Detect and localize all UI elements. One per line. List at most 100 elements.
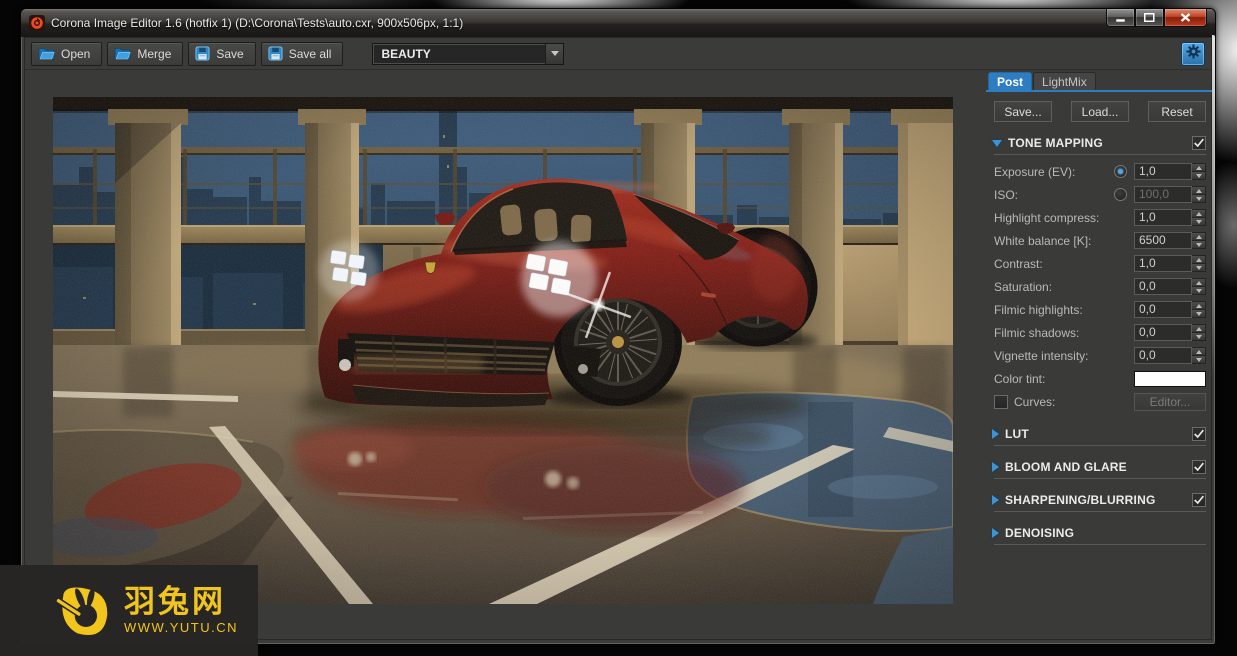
value-input[interactable]: 0,0 xyxy=(1134,347,1192,364)
tab-lightmix[interactable]: LightMix xyxy=(1033,72,1096,90)
spinner-down[interactable] xyxy=(1192,263,1205,271)
chevron-down-icon[interactable] xyxy=(545,44,563,64)
collapse-triangle-icon[interactable] xyxy=(992,429,999,439)
spinner-down[interactable] xyxy=(1192,240,1205,248)
channel-dropdown[interactable]: BEAUTY xyxy=(372,43,564,65)
section-divider xyxy=(994,544,1206,545)
tone-mapping-row: Saturation:0,0 xyxy=(986,275,1212,298)
section-title: BLOOM AND GLARE xyxy=(1005,460,1127,474)
section-divider xyxy=(994,445,1206,446)
spinner[interactable] xyxy=(1192,255,1206,272)
save-all-floppy-icon xyxy=(268,46,283,61)
section-header-denoising[interactable]: DENOISING xyxy=(992,525,1206,541)
collapse-triangle-icon[interactable] xyxy=(992,140,1002,147)
save-all-button-label: Save all xyxy=(289,47,332,61)
panel-tabs: PostLightMix xyxy=(986,72,1212,92)
value-input[interactable]: 100,0 xyxy=(1134,186,1192,203)
open-button[interactable]: Open xyxy=(31,42,102,66)
field-label: Contrast: xyxy=(994,257,1043,271)
corona-app-icon xyxy=(29,15,45,31)
tone-mapping-row: Contrast: 1,0 xyxy=(986,252,1212,275)
section-enabled-checkbox[interactable] xyxy=(1192,460,1206,474)
spinner[interactable] xyxy=(1192,347,1206,364)
spinner-down[interactable] xyxy=(1192,286,1205,294)
spinner-up[interactable] xyxy=(1192,325,1205,332)
field-controls: 1,0 xyxy=(1134,255,1206,272)
save-all-button[interactable]: Save all xyxy=(261,42,344,66)
field-controls: 1,0 xyxy=(1134,209,1206,226)
radio-button[interactable] xyxy=(1114,165,1127,178)
value-input[interactable]: 0,0 xyxy=(1134,324,1192,341)
curves-checkbox[interactable] xyxy=(994,395,1008,409)
collapse-triangle-icon[interactable] xyxy=(992,495,999,505)
settings-gear-button[interactable] xyxy=(1181,42,1205,66)
value-input[interactable]: 1,0 xyxy=(1134,209,1192,226)
section-header-tone-mapping[interactable]: TONE MAPPING xyxy=(992,135,1206,151)
collapse-triangle-icon[interactable] xyxy=(992,528,999,538)
spinner-up[interactable] xyxy=(1192,302,1205,309)
spinner-up[interactable] xyxy=(1192,164,1205,171)
spinner-down[interactable] xyxy=(1192,332,1205,340)
value-input[interactable]: 1,0 xyxy=(1134,163,1192,180)
spinner-up[interactable] xyxy=(1192,233,1205,240)
spinner-down[interactable] xyxy=(1192,194,1205,202)
curves-row: Curves: Editor... xyxy=(986,390,1212,413)
field-label: Filmic highlights: xyxy=(994,303,1083,317)
value-input[interactable]: 6500 xyxy=(1134,232,1192,249)
spinner-down[interactable] xyxy=(1192,171,1205,179)
save-button[interactable]: Save xyxy=(188,42,255,66)
spinner-up[interactable] xyxy=(1192,279,1205,286)
title-bar[interactable]: Corona Image Editor 1.6 (hotfix 1) (D:\C… xyxy=(21,9,1215,37)
spinner-up[interactable] xyxy=(1192,210,1205,217)
merge-button-label: Merge xyxy=(137,47,171,61)
maximize-button[interactable] xyxy=(1135,9,1164,27)
spinner-up[interactable] xyxy=(1192,187,1205,194)
panel-actions: Save... Load... Reset xyxy=(994,101,1206,122)
field-label: Exposure (EV): xyxy=(994,165,1075,179)
close-button[interactable] xyxy=(1164,9,1207,27)
value-input[interactable]: 0,0 xyxy=(1134,301,1192,318)
minimize-button[interactable] xyxy=(1106,9,1135,27)
spinner-up[interactable] xyxy=(1192,348,1205,355)
spinner[interactable] xyxy=(1192,278,1206,295)
section-header-lut[interactable]: LUT xyxy=(992,426,1206,442)
value-input[interactable]: 1,0 xyxy=(1134,255,1192,272)
section-header-bloom-and-glare[interactable]: BLOOM AND GLARE xyxy=(992,459,1206,475)
tab-post[interactable]: Post xyxy=(988,72,1032,90)
spinner[interactable] xyxy=(1192,324,1206,341)
spinner-down[interactable] xyxy=(1192,355,1205,363)
tone-mapping-row: Filmic highlights: 0,0 xyxy=(986,298,1212,321)
spinner-up[interactable] xyxy=(1192,256,1205,263)
color-tint-swatch[interactable] xyxy=(1134,371,1206,387)
section-title: LUT xyxy=(1005,427,1029,441)
spinner[interactable] xyxy=(1192,209,1206,226)
spinner[interactable] xyxy=(1192,186,1206,203)
spinner-down[interactable] xyxy=(1192,217,1205,225)
value-input[interactable]: 0,0 xyxy=(1134,278,1192,295)
render-viewport[interactable] xyxy=(53,97,953,604)
spinner[interactable] xyxy=(1192,163,1206,180)
app-window: Corona Image Editor 1.6 (hotfix 1) (D:\C… xyxy=(20,8,1216,645)
collapse-triangle-icon[interactable] xyxy=(992,462,999,472)
preset-load-button[interactable]: Load... xyxy=(1071,101,1129,122)
field-controls: 1,0 xyxy=(1114,163,1206,180)
tone-mapping-enabled-checkbox[interactable] xyxy=(1192,136,1206,150)
section-title: DENOISING xyxy=(1005,526,1074,540)
field-label: ISO: xyxy=(994,188,1018,202)
merge-button[interactable]: Merge xyxy=(107,42,183,66)
field-label: White balance [K]: xyxy=(994,234,1091,248)
spinner[interactable] xyxy=(1192,232,1206,249)
preset-reset-button[interactable]: Reset xyxy=(1148,101,1206,122)
caption-buttons xyxy=(1106,9,1207,27)
spinner[interactable] xyxy=(1192,301,1206,318)
section-header-sharpening-blurring[interactable]: SHARPENING/BLURRING xyxy=(992,492,1206,508)
radio-button[interactable] xyxy=(1114,188,1127,201)
gear-icon xyxy=(1186,44,1201,64)
section-title: SHARPENING/BLURRING xyxy=(1005,493,1155,507)
preset-save-button[interactable]: Save... xyxy=(994,101,1052,122)
section-enabled-checkbox[interactable] xyxy=(1192,493,1206,507)
section-enabled-checkbox[interactable] xyxy=(1192,427,1206,441)
main-toolbar: Open Merge Save Save all BEAUTY xyxy=(25,38,1211,70)
curves-editor-button[interactable]: Editor... xyxy=(1134,393,1206,411)
spinner-down[interactable] xyxy=(1192,309,1205,317)
